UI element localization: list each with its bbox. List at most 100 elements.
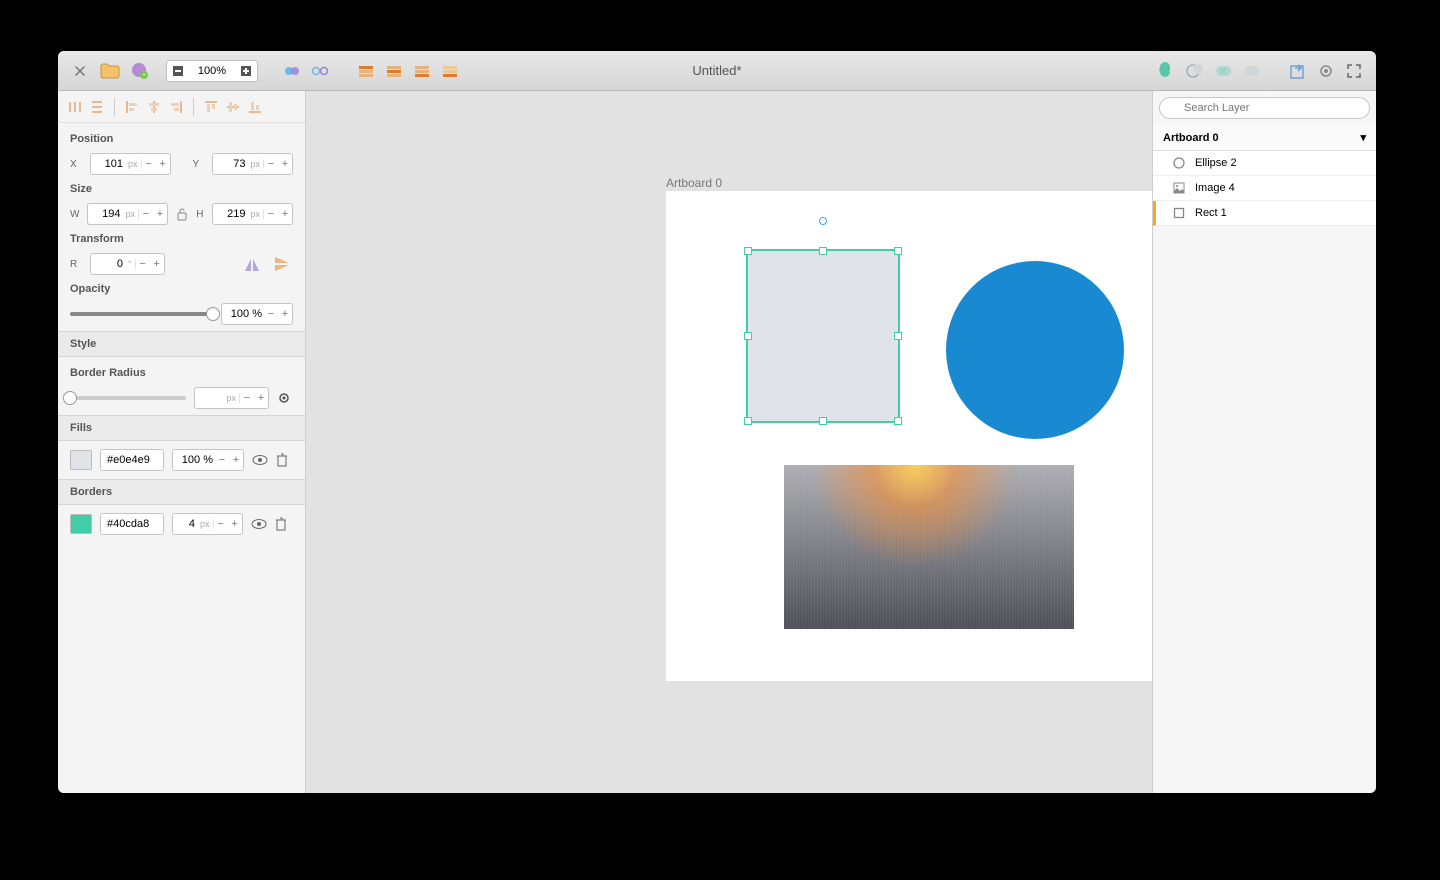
zoom-out-button[interactable] — [167, 61, 189, 81]
union-button[interactable] — [1156, 59, 1180, 83]
y-increment[interactable]: + — [278, 158, 292, 170]
group-button[interactable] — [280, 59, 304, 83]
x-input[interactable]: px−+ — [90, 153, 171, 175]
send-back-button[interactable] — [438, 59, 462, 83]
opacity-slider[interactable] — [70, 312, 213, 316]
distribute-v-icon[interactable] — [88, 98, 106, 116]
export-button[interactable] — [1286, 59, 1310, 83]
x-label: X — [70, 159, 82, 170]
align-top-icon[interactable] — [202, 98, 220, 116]
border-radius-label: Border Radius — [70, 367, 293, 379]
fill-op-increment[interactable]: + — [229, 454, 243, 466]
new-layer-button[interactable]: + — [128, 59, 152, 83]
opacity-decrement[interactable]: − — [264, 308, 278, 320]
w-input[interactable]: px−+ — [87, 203, 168, 225]
fill-opacity-input[interactable]: −+ — [172, 449, 244, 471]
border-radius-input[interactable]: px−+ — [194, 387, 269, 409]
opacity-increment[interactable]: + — [278, 308, 292, 320]
opacity-input[interactable]: −+ — [221, 303, 293, 325]
br-increment[interactable]: + — [254, 392, 268, 404]
layer-search-input[interactable] — [1159, 97, 1370, 119]
border-radius-slider[interactable] — [70, 396, 186, 400]
br-decrement[interactable]: − — [240, 392, 254, 404]
lock-aspect-button[interactable] — [176, 207, 188, 221]
rotation-handle[interactable] — [819, 217, 827, 225]
resize-handle-w[interactable] — [744, 332, 752, 340]
layer-row-image[interactable]: Image 4 — [1153, 176, 1376, 201]
artboard-header[interactable]: Artboard 0 ▾ — [1153, 125, 1376, 151]
send-backward-button[interactable] — [410, 59, 434, 83]
close-button[interactable] — [68, 59, 92, 83]
resize-handle-s[interactable] — [819, 417, 827, 425]
fullscreen-button[interactable] — [1342, 59, 1366, 83]
zoom-value-input[interactable] — [189, 65, 235, 77]
resize-handle-e[interactable] — [894, 332, 902, 340]
layer-row-rect[interactable]: Rect 1 — [1153, 201, 1376, 226]
align-center-v-icon[interactable] — [224, 98, 242, 116]
align-right-icon[interactable] — [167, 98, 185, 116]
h-label: H — [196, 209, 204, 220]
open-file-button[interactable] — [98, 59, 122, 83]
align-bottom-icon[interactable] — [246, 98, 264, 116]
resize-handle-nw[interactable] — [744, 247, 752, 255]
resize-handle-ne[interactable] — [894, 247, 902, 255]
x-decrement[interactable]: − — [142, 158, 156, 170]
y-decrement[interactable]: − — [264, 158, 278, 170]
artboard-label[interactable]: Artboard 0 — [666, 176, 722, 190]
w-decrement[interactable]: − — [139, 208, 153, 220]
collapse-icon[interactable]: ▾ — [1360, 131, 1366, 144]
layer-row-ellipse[interactable]: Ellipse 2 — [1153, 151, 1376, 176]
difference-button[interactable] — [1240, 59, 1264, 83]
bw-decrement[interactable]: − — [214, 518, 228, 530]
top-toolbar: + Untitled* — [58, 51, 1376, 91]
ellipse-shape[interactable] — [946, 261, 1124, 439]
h-decrement[interactable]: − — [264, 208, 278, 220]
ungroup-button[interactable] — [308, 59, 332, 83]
resize-handle-se[interactable] — [894, 417, 902, 425]
fill-visibility-button[interactable] — [252, 454, 268, 466]
h-input[interactable]: px−+ — [212, 203, 293, 225]
bring-front-button[interactable] — [354, 59, 378, 83]
image-icon — [1173, 182, 1187, 194]
r-decrement[interactable]: − — [136, 258, 150, 270]
w-increment[interactable]: + — [153, 208, 167, 220]
canvas[interactable]: Artboard 0 — [306, 91, 1152, 793]
selected-rect-shape[interactable] — [746, 249, 900, 423]
fill-row: −+ — [58, 441, 305, 479]
bw-increment[interactable]: + — [228, 518, 242, 530]
subtract-button[interactable] — [1184, 59, 1208, 83]
h-increment[interactable]: + — [278, 208, 292, 220]
border-delete-button[interactable] — [275, 517, 291, 531]
distribute-h-icon[interactable] — [66, 98, 84, 116]
resize-handle-sw[interactable] — [744, 417, 752, 425]
border-radius-options-button[interactable] — [277, 391, 293, 405]
border-hex-input[interactable] — [100, 513, 164, 535]
resize-handle-n[interactable] — [819, 247, 827, 255]
w-label: W — [70, 209, 79, 220]
rotation-input[interactable]: °−+ — [90, 253, 165, 275]
flip-vertical-button[interactable] — [273, 255, 293, 273]
flip-horizontal-button[interactable] — [243, 255, 263, 273]
position-label: Position — [70, 133, 293, 145]
fill-delete-button[interactable] — [276, 453, 292, 467]
r-label: R — [70, 259, 82, 270]
r-increment[interactable]: + — [150, 258, 164, 270]
fill-op-decrement[interactable]: − — [215, 454, 229, 466]
intersect-button[interactable] — [1212, 59, 1236, 83]
fill-hex-input[interactable] — [100, 449, 164, 471]
align-left-icon[interactable] — [123, 98, 141, 116]
fill-swatch[interactable] — [70, 450, 92, 470]
transform-label: Transform — [70, 233, 293, 245]
border-visibility-button[interactable] — [251, 518, 267, 530]
bring-forward-button[interactable] — [382, 59, 406, 83]
align-center-h-icon[interactable] — [145, 98, 163, 116]
border-width-input[interactable]: px−+ — [172, 513, 243, 535]
zoom-in-button[interactable] — [235, 61, 257, 81]
artboard[interactable] — [666, 191, 1152, 681]
settings-button[interactable] — [1314, 59, 1338, 83]
image-shape[interactable] — [784, 465, 1074, 629]
y-input[interactable]: px−+ — [212, 153, 293, 175]
arrange-tools — [354, 59, 462, 83]
x-increment[interactable]: + — [156, 158, 170, 170]
border-swatch[interactable] — [70, 514, 92, 534]
